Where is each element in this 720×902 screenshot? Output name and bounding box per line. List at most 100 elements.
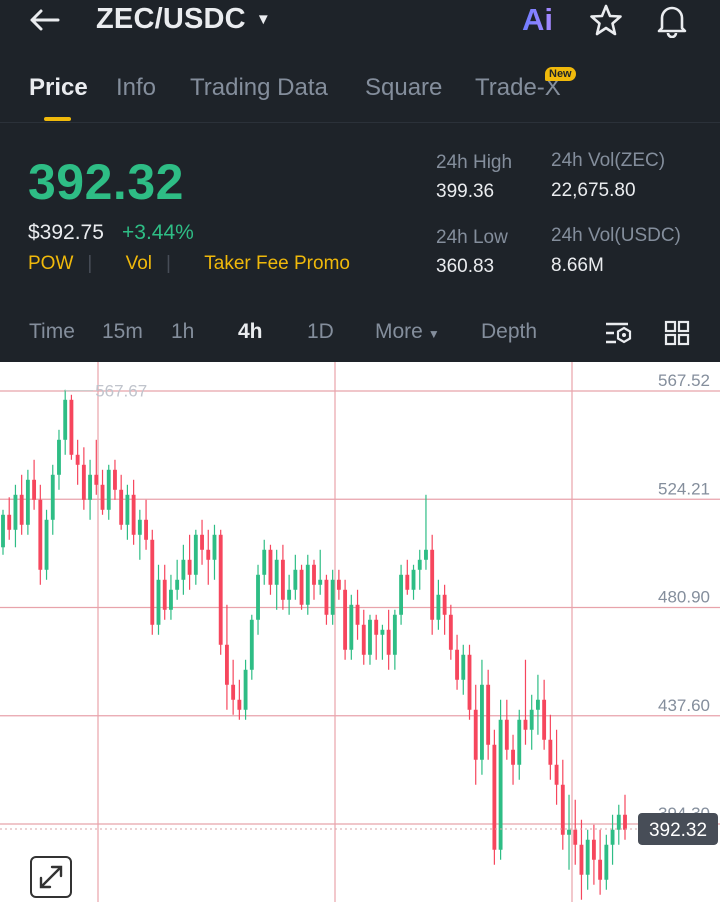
page-tabs: Price Info Trading Data Square Trade-X xyxy=(0,66,720,122)
tag-separator: | xyxy=(87,253,93,274)
last-price: 392.32 xyxy=(28,154,184,210)
chart-canvas[interactable]: 567.52524.21480.90437.60394.30567.67392.… xyxy=(0,362,720,902)
candle-body xyxy=(442,594,447,615)
candle-body xyxy=(511,749,515,765)
candle-body xyxy=(591,839,596,860)
candle-body xyxy=(548,739,553,765)
tab-trading-data[interactable]: Trading Data xyxy=(190,74,328,102)
change-percent: +3.44% xyxy=(122,221,194,244)
candle-body xyxy=(162,579,167,610)
interval-1h[interactable]: 1h xyxy=(171,320,194,344)
candle-body xyxy=(106,469,111,510)
candle-body xyxy=(411,569,416,590)
candle-body xyxy=(349,604,354,650)
candle-body xyxy=(193,534,198,575)
candle-body xyxy=(131,494,136,535)
interval-15m[interactable]: 15m xyxy=(102,320,143,344)
candle-body xyxy=(137,519,142,535)
candle-body xyxy=(100,484,105,510)
expand-chart-button[interactable] xyxy=(30,856,72,898)
candle-body xyxy=(268,549,273,585)
candle-body xyxy=(455,649,459,680)
candle-body xyxy=(44,519,49,570)
candle-body xyxy=(299,569,304,605)
tab-price[interactable]: Price xyxy=(29,74,88,102)
tag-separator: | xyxy=(166,253,171,274)
candle-body xyxy=(405,574,410,590)
candle-body xyxy=(200,534,204,550)
candle-body xyxy=(492,744,497,850)
candle-body xyxy=(604,844,609,880)
tab-square[interactable]: Square xyxy=(365,74,442,102)
candle-body xyxy=(25,479,30,525)
candle-body xyxy=(1,514,5,548)
candle-body xyxy=(169,589,173,610)
candle-body xyxy=(448,614,453,650)
candle-body xyxy=(560,784,565,835)
back-arrow-icon[interactable] xyxy=(28,2,68,38)
ai-assistant-button[interactable]: Ai xyxy=(522,3,562,37)
candle-body xyxy=(529,709,534,730)
tag-taker-fee-promo[interactable]: Taker Fee Promo xyxy=(204,253,350,274)
bell-icon[interactable] xyxy=(654,2,690,39)
candle-body xyxy=(498,719,503,850)
high-value: 399.36 xyxy=(436,181,495,202)
candle-body xyxy=(616,814,621,830)
interval-1d[interactable]: 1D xyxy=(307,320,334,344)
interval-more[interactable]: More ▼ xyxy=(375,320,440,344)
chart-settings-icon[interactable] xyxy=(604,320,634,351)
candle-body xyxy=(32,479,37,500)
low-value: 360.83 xyxy=(436,256,495,277)
candle-body xyxy=(368,619,372,655)
candle-body xyxy=(392,614,397,655)
candle-body xyxy=(181,559,186,580)
depth-tab[interactable]: Depth xyxy=(481,320,537,344)
candle-body xyxy=(63,399,68,440)
candle-body xyxy=(75,454,80,465)
tag-list: POW | Vol | Taker Fee Promo xyxy=(28,253,364,275)
divider xyxy=(0,122,720,123)
star-icon[interactable] xyxy=(588,2,624,38)
vol-base-label: 24h Vol(ZEC) xyxy=(551,150,666,171)
candle-body xyxy=(175,579,180,590)
candle-body xyxy=(430,549,435,620)
candle-body xyxy=(249,619,254,670)
interval-4h[interactable]: 4h xyxy=(238,320,263,344)
candle-body xyxy=(224,644,229,685)
interval-time[interactable]: Time xyxy=(29,320,75,344)
candle-body xyxy=(336,579,341,590)
pair-selector[interactable]: ZEC/USDC ▼ xyxy=(96,2,271,36)
candle-body xyxy=(374,619,379,635)
candle-body xyxy=(542,699,547,740)
y-tick-label: 524.21 xyxy=(658,479,710,498)
new-badge: New xyxy=(545,67,576,81)
candle-body xyxy=(361,624,366,655)
candle-body xyxy=(156,579,161,625)
expand-icon xyxy=(39,865,63,889)
y-tick-label: 437.60 xyxy=(658,696,710,715)
candlestick-chart[interactable]: 567.52524.21480.90437.60394.30567.67392.… xyxy=(0,362,720,902)
candle-body xyxy=(386,629,391,655)
candle-body xyxy=(274,559,279,585)
candle-body xyxy=(585,839,590,875)
candle-body xyxy=(243,669,248,710)
grid-layout-icon[interactable] xyxy=(664,320,690,351)
candle-body xyxy=(623,814,627,830)
candle-body xyxy=(312,564,316,585)
candle-body xyxy=(144,519,148,540)
candle-body xyxy=(262,549,267,575)
candle-body xyxy=(237,699,242,710)
candle-body xyxy=(567,829,571,835)
candle-body xyxy=(467,654,472,710)
candle-body xyxy=(610,829,615,845)
tag-pow[interactable]: POW xyxy=(28,253,73,274)
candle-body xyxy=(94,474,99,485)
more-label: More xyxy=(375,320,423,343)
candle-body xyxy=(57,439,61,475)
candle-body xyxy=(305,564,310,605)
tag-vol[interactable]: Vol xyxy=(126,253,152,274)
candle-body xyxy=(573,829,578,845)
current-price-label: 392.32 xyxy=(649,820,707,841)
active-tab-indicator xyxy=(44,117,71,121)
tab-info[interactable]: Info xyxy=(116,74,156,102)
